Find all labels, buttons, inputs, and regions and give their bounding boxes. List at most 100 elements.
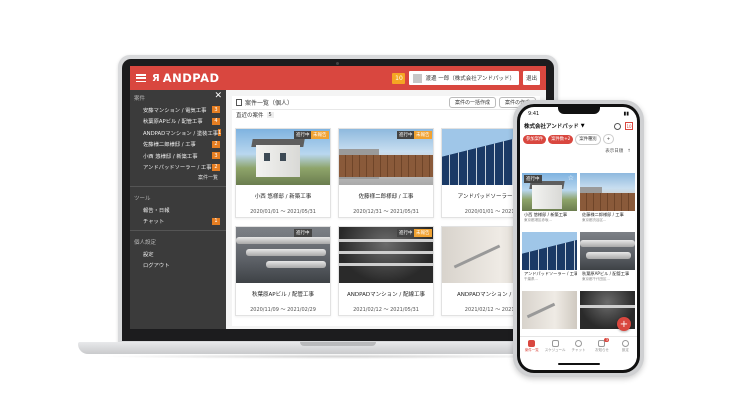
chevron-down-icon[interactable]: ▼ <box>581 123 585 129</box>
project-name: ANDPADマンション / 配線工事 <box>347 292 425 298</box>
status-badge: 進行中 <box>294 229 312 237</box>
project-list-link[interactable]: 案件一覧 <box>130 173 226 183</box>
main-toolbar: 案件一覧（個人） 案件の一括作成 案件の作成 <box>232 96 540 110</box>
laptop-notch <box>300 342 376 346</box>
project-photo <box>580 173 635 211</box>
main-panel: 案件一覧（個人） 案件の一括作成 案件の作成 直近の案件 5 進行中 未報告 小… <box>232 96 540 326</box>
sidebar-item-chat[interactable]: チャット 1 <box>130 216 226 228</box>
tab-label: 案件一覧 <box>524 348 539 352</box>
sort-label[interactable]: 表示日順 <box>605 148 623 154</box>
sidebar-item-project[interactable]: 安藤マンション / 電気工事 3 <box>130 104 226 116</box>
project-name: 秋葉原APビル / 配管工事 <box>252 292 314 298</box>
app-header: Я ANDPAD 10 渡邊 一郎（株式会社アンドパッド） 退出 <box>130 66 546 90</box>
project-address: 千葉県... <box>524 277 538 281</box>
phone-project-card[interactable] <box>522 291 577 331</box>
sidebar-item-project[interactable]: アンドパッドソーラー / 工事 2 <box>130 162 226 174</box>
sidebar-item-label: チャット <box>143 219 165 226</box>
project-name: 佐藤様二郎様邸 / 工事 <box>582 212 624 217</box>
sidebar-item-logout[interactable]: ログアウト <box>130 260 226 272</box>
count-badge: 4 <box>212 117 220 125</box>
sidebar-item-project[interactable]: 秋葉原APビル / 配管工事 4 <box>130 116 226 128</box>
sidebar-item-project[interactable]: 小西 悠様邸 / 新築工事 3 <box>130 150 226 162</box>
sidebar-item-label: 安藤マンション / 電気工事 <box>143 107 207 114</box>
tab-label: チャット <box>571 348 586 352</box>
sidebar: 案件 ✕ 安藤マンション / 電気工事 3 秋葉原APビル / 配管工事 4 AND… <box>130 90 226 329</box>
calendar-icon <box>551 340 559 347</box>
logout-button[interactable]: 退出 <box>522 71 540 85</box>
project-photo: 進行中 未報告 <box>339 129 433 185</box>
status-badge: 未報告 <box>414 229 432 237</box>
sidebar-section-label: 案件 <box>134 96 146 102</box>
sidebar-item-label: 設定 <box>143 251 154 258</box>
project-name: アンドパッドソーラー / 工事 <box>524 271 577 276</box>
sidebar-section-personal: 個人設定 <box>134 240 157 246</box>
user-menu[interactable]: 渡邊 一郎（株式会社アンドパッド） <box>409 71 519 85</box>
sidebar-section-projects: 案件 ✕ <box>130 90 226 104</box>
hero-stage: Я ANDPAD 10 渡邊 一郎（株式会社アンドパッド） 退出 案件 ✕ 安藤… <box>0 0 746 420</box>
tab-label: お知らせ <box>594 348 609 352</box>
notification-badge[interactable]: 10 <box>392 72 406 84</box>
count-badge: 2 <box>212 163 220 171</box>
user-name: 渡邊 一郎（株式会社アンドパッド） <box>425 76 515 82</box>
sidebar-item-label: 小西 悠様邸 / 新築工事 <box>143 153 198 160</box>
status-badge: 未報告 <box>414 131 432 139</box>
project-date: 2021/02/12 〜 2021/05/31 <box>353 307 419 313</box>
count-badge: 3 <box>212 152 220 160</box>
project-card[interactable]: 進行中 未報告 小西 悠様邸 / 新築工事 2020/01/01 〜 2021/… <box>235 128 331 218</box>
divider <box>130 186 226 187</box>
project-name: 小西 悠様邸 / 新築工事 <box>254 194 312 200</box>
sort-row: 表示日順 ↑ <box>520 145 637 157</box>
phone-project-card[interactable]: アンドパッドソーラー / 工事 千葉県... <box>522 232 577 288</box>
project-address: 東京都港区赤坂... <box>524 218 552 222</box>
phone-screen: 9:41 ▮▮ 株式会社アンドパッド ▼ 10 参加案件 案件数+2 案件種別 … <box>520 107 637 370</box>
sidebar-item-settings[interactable]: 設定 <box>130 248 226 260</box>
phone-project-card[interactable]: 進行中 ☆ 小西 悠様邸 / 新築工事 東京都港区赤坂... <box>522 173 577 229</box>
status-time: 9:41 <box>528 111 540 117</box>
gear-icon <box>621 340 629 347</box>
status-badge: 進行中 <box>397 131 415 139</box>
tab-settings[interactable]: 設定 <box>614 337 637 358</box>
project-date: 2020/11/09 〜 2021/02/29 <box>250 307 316 313</box>
sidebar-item-label: ログアウト <box>143 263 170 270</box>
sort-arrow-icon[interactable]: ↑ <box>627 149 631 154</box>
project-date: 2020/01/01 〜 2021/05/31 <box>250 209 316 215</box>
close-icon[interactable]: ✕ <box>214 91 222 101</box>
search-icon[interactable] <box>614 122 621 130</box>
bulk-create-button[interactable]: 案件の一括作成 <box>448 97 496 108</box>
laptop-screen: Я ANDPAD 10 渡邊 一郎（株式会社アンドパッド） 退出 案件 ✕ 安藤… <box>130 66 546 329</box>
company-selector[interactable]: 株式会社アンドパッド <box>524 122 579 130</box>
sidebar-item-project[interactable]: ANDPADマンション / 塗装工事 1 <box>130 127 226 139</box>
filter-chip-participating[interactable]: 参加案件 <box>523 134 547 144</box>
project-card[interactable]: 進行中 秋葉原APビル / 配管工事 2020/11/09 〜 2021/02/… <box>235 226 331 316</box>
status-badge: 進行中 <box>397 229 415 237</box>
filter-chip-count[interactable]: 案件数+2 <box>548 134 574 144</box>
add-project-button[interactable]: + <box>617 317 631 331</box>
tab-notifications[interactable]: 3 お知らせ <box>590 337 613 358</box>
sidebar-item-label: 秋葉原APビル / 配管工事 <box>143 119 203 126</box>
project-name: 秋葉原APビル / 配管工事 <box>582 271 630 276</box>
tab-projects[interactable]: 案件一覧 <box>520 337 543 358</box>
phone-project-card[interactable]: 佐藤様二郎様邸 / 工事 東京都渋谷区... <box>580 173 635 229</box>
home-indicator <box>558 363 600 365</box>
tab-label: スケジュール <box>544 348 566 352</box>
tab-schedule[interactable]: スケジュール <box>543 337 566 358</box>
star-icon[interactable]: ☆ <box>568 174 574 182</box>
page-title: 案件一覧（個人） <box>245 100 294 107</box>
calendar-icon[interactable]: 10 <box>625 122 633 130</box>
add-filter-button[interactable]: + <box>602 134 615 144</box>
recent-count: 5 <box>266 112 274 118</box>
menu-icon[interactable] <box>136 74 146 82</box>
filter-chip-type[interactable]: 案件種別 <box>575 133 601 145</box>
status-badge: 進行中 <box>524 175 542 183</box>
sidebar-item-project[interactable]: 佐藤様二郎様邸 / 工事 2 <box>130 139 226 151</box>
project-card[interactable]: 進行中 未報告 佐藤様二郎様邸 / 工事 2020/12/31 〜 2021/0… <box>338 128 434 218</box>
sidebar-item-reports[interactable]: 報告・日報 <box>130 204 226 216</box>
phone-project-card[interactable]: 秋葉原APビル / 配管工事 東京都千代田区... <box>580 232 635 288</box>
chat-icon <box>575 340 583 347</box>
divider <box>130 230 226 231</box>
tab-label: 設定 <box>621 348 629 352</box>
project-card[interactable]: 進行中 未報告 ANDPADマンション / 配線工事 2021/02/12 〜 … <box>338 226 434 316</box>
app-logo[interactable]: ANDPAD <box>163 71 220 85</box>
project-photo <box>522 232 577 270</box>
tab-chat[interactable]: チャット <box>567 337 590 358</box>
